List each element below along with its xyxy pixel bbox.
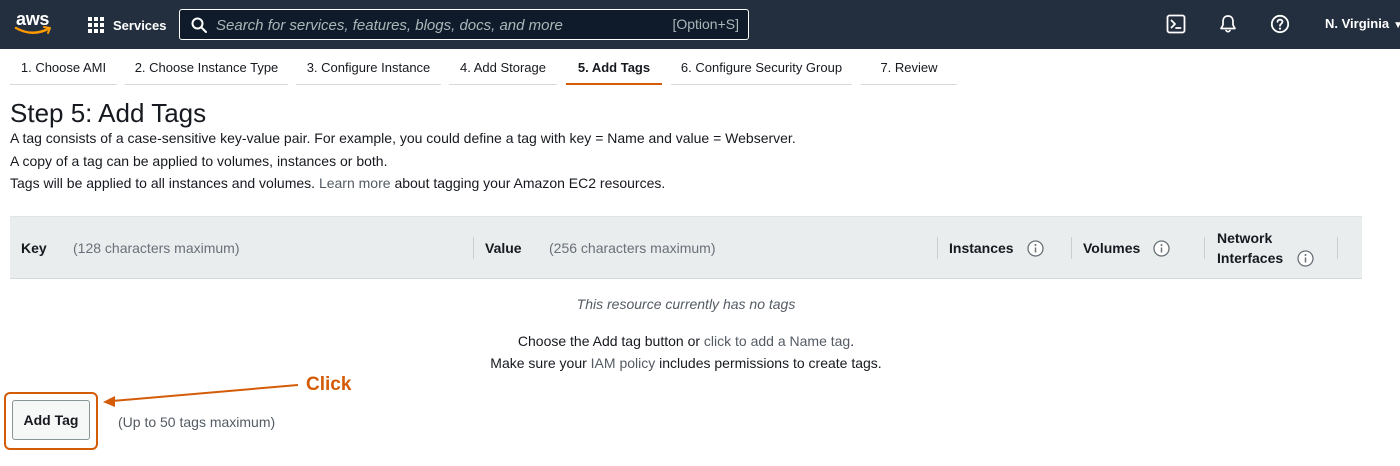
annotation-arrow — [103, 384, 299, 407]
annotation-click-label: Click — [306, 374, 352, 395]
add-tag-button[interactable]: Add Tag — [12, 400, 90, 440]
tag-limit-note: (Up to 50 tags maximum) — [118, 414, 276, 430]
